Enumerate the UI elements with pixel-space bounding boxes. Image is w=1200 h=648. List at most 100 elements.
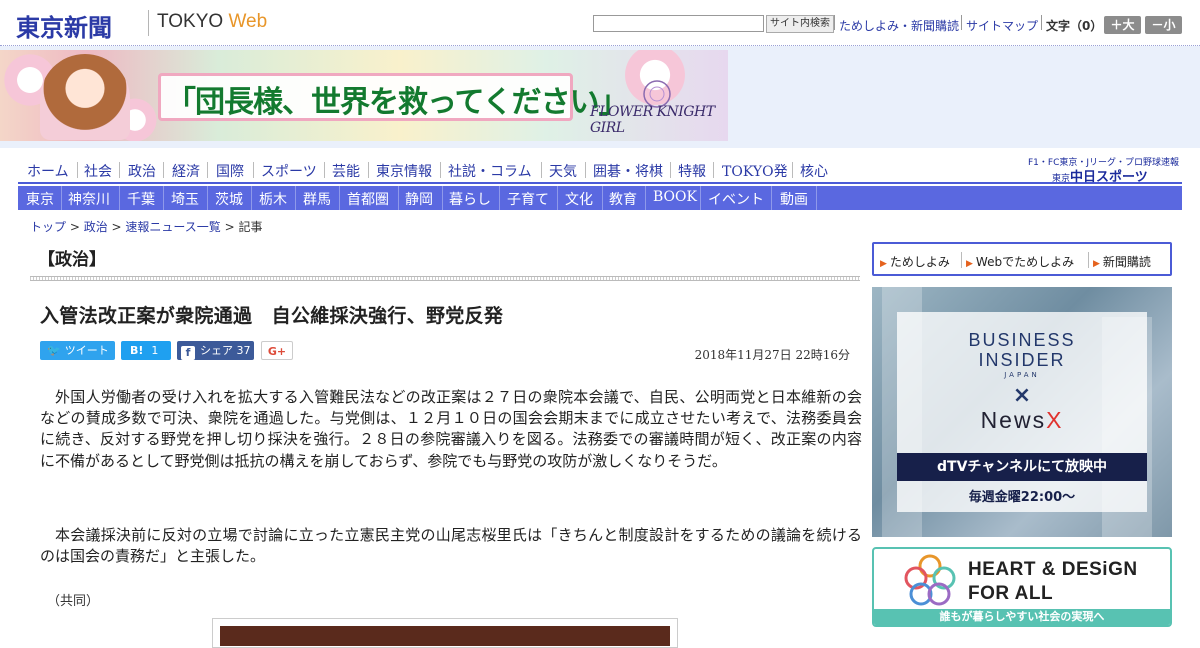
- sidebar-ad-business-insider[interactable]: BUSINESS INSIDER JAPAN × NewsX dTVチャンネルに…: [872, 287, 1172, 537]
- site-header: 東京新聞 TOKYO Web サイト内検索 ためしよみ・新聞購読 サイトマップ …: [0, 0, 1200, 46]
- nav-tokyo[interactable]: 東京: [26, 186, 54, 210]
- hatena-count: 1: [151, 344, 159, 357]
- nav-divider: [368, 162, 369, 178]
- nav-divider: [398, 186, 399, 210]
- link-divider: [961, 252, 962, 268]
- trial-subscribe-link[interactable]: ためしよみ・新聞購読: [839, 17, 959, 34]
- nav-politics[interactable]: 政治: [128, 161, 156, 181]
- ad-heading-2: FOR ALL: [968, 583, 1054, 604]
- site-search-input[interactable]: [593, 15, 764, 32]
- regional-nav: 東京 神奈川 千葉 埼玉 茨城 栃木 群馬 首都圏 静岡 暮らし 子育て 文化 …: [18, 186, 1182, 210]
- nav-home[interactable]: ホーム: [27, 161, 69, 181]
- nav-divider: [324, 162, 325, 178]
- logo-tokyo-text: TOKYO: [157, 11, 224, 32]
- nav-gunma[interactable]: 群馬: [303, 186, 331, 210]
- newsx-x: X: [1046, 407, 1064, 433]
- nav-kurashi[interactable]: 暮らし: [449, 186, 491, 210]
- nav-culture[interactable]: 文化: [565, 186, 593, 210]
- nav-shutoken[interactable]: 首都圏: [347, 186, 389, 210]
- article-paragraph: 外国人労働者の受け入れを拡大する入管難民法などの改正案は２７日の衆院本会議で、自…: [40, 388, 862, 470]
- nav-divider: [442, 186, 443, 210]
- logo-divider: [148, 10, 149, 36]
- tweet-button[interactable]: 🐦 ツイート: [40, 341, 115, 360]
- subscribe-links-box: ▶ ためしよみ ▶ Webでためしよみ ▶ 新聞購読: [872, 242, 1172, 276]
- nav-book[interactable]: BOOK: [653, 186, 697, 210]
- ad-bi-line1: BUSINESS: [968, 330, 1076, 350]
- ad-newsx-logo: NewsX: [872, 407, 1172, 434]
- tokyo-web-logo[interactable]: TOKYO Web: [157, 11, 267, 33]
- nav-tokuho[interactable]: 特報: [678, 161, 706, 181]
- ad-band: dTVチャンネルにて放映中: [897, 453, 1147, 481]
- ad-bi-line3: JAPAN: [1004, 371, 1040, 379]
- nav-tochigi[interactable]: 栃木: [259, 186, 287, 210]
- article-credit: （共同）: [47, 594, 100, 609]
- section-title: 【政治】: [38, 250, 106, 270]
- nav-chiba[interactable]: 千葉: [127, 186, 155, 210]
- nav-divider: [816, 186, 817, 210]
- nav-education[interactable]: 教育: [609, 186, 637, 210]
- google-plus-button[interactable]: G+: [261, 341, 293, 360]
- nav-divider: [163, 162, 164, 178]
- site-logo[interactable]: 東京新聞: [16, 8, 112, 43]
- sidebar-ad-heart-design[interactable]: HEART & DESiGN FOR ALL 誰もが暮らしやすい社会の実現へ: [872, 547, 1172, 627]
- nav-divider: [771, 186, 772, 210]
- nav-economy[interactable]: 経済: [172, 161, 200, 181]
- nav-divider: [700, 186, 701, 210]
- nav-ibaraki[interactable]: 茨城: [215, 186, 243, 210]
- hatena-bookmark-button[interactable]: B! 1: [121, 341, 171, 360]
- trial-read-label: ためしよみ: [889, 255, 950, 269]
- section-divider: [30, 276, 860, 281]
- banner-character-illustration: [40, 54, 130, 140]
- ad-bi-line2: INSIDER: [978, 350, 1066, 370]
- article-headline: 入管法改正案が衆院通過 自公維採決強行、野党反発: [40, 305, 504, 327]
- nav-divider: [585, 162, 586, 178]
- breadcrumb-politics[interactable]: 政治: [84, 220, 108, 234]
- nav-entertainment[interactable]: 芸能: [332, 161, 360, 181]
- nav-divider: [207, 186, 208, 210]
- facebook-share-button[interactable]: f シェア 37: [177, 341, 254, 360]
- breadcrumb-separator: >: [107, 220, 126, 234]
- banner-ad[interactable]: 「団長様、世界を救ってください」 FLOWER KNIGHT GIRL: [0, 50, 728, 141]
- nav-divider: [645, 186, 646, 210]
- nav-editorial[interactable]: 社説・コラム: [448, 161, 532, 181]
- primary-nav: ホーム 社会 政治 経済 国際 スポーツ 芸能 東京情報 社説・コラム 天気 囲…: [18, 158, 1182, 184]
- subscription-link[interactable]: ▶ 新聞購読: [1093, 253, 1151, 270]
- nav-go-shogi[interactable]: 囲碁・将棋: [593, 161, 663, 181]
- nav-international[interactable]: 国際: [216, 161, 244, 181]
- nav-kanagawa[interactable]: 神奈川: [68, 186, 110, 210]
- ad-schedule: 毎週金曜22:00〜: [968, 490, 1076, 505]
- nav-divider: [77, 162, 78, 178]
- nav-weather[interactable]: 天気: [549, 161, 577, 181]
- breadcrumb-separator: >: [66, 220, 84, 234]
- site-search-button[interactable]: サイト内検索: [766, 15, 834, 33]
- nav-divider: [541, 162, 542, 178]
- nav-event[interactable]: イベント: [708, 186, 764, 210]
- nav-kakushin[interactable]: 核心: [800, 161, 828, 181]
- article-paragraph: 本会議採決前に反対の立場で討論に立った立憲民主党の山尾志桜里氏は「きちんと制度設…: [40, 526, 862, 566]
- sitemap-link[interactable]: サイトマップ: [966, 17, 1038, 34]
- nav-tokyo-hatsu[interactable]: TOKYO発: [722, 161, 788, 181]
- breadcrumb-news-list[interactable]: 速報ニュース一覧: [125, 220, 220, 234]
- nav-video[interactable]: 動画: [780, 186, 808, 210]
- web-trial-read-link[interactable]: ▶ Webでためしよみ: [966, 253, 1074, 270]
- font-size-label: 文字（0）: [1046, 19, 1103, 33]
- nav-kosodate[interactable]: 子育て: [507, 186, 549, 210]
- font-larger-button[interactable]: ＋大: [1104, 16, 1141, 34]
- nav-society[interactable]: 社会: [84, 161, 112, 181]
- font-smaller-button[interactable]: －小: [1145, 16, 1182, 34]
- sports-logo-small: 東京: [1052, 174, 1071, 184]
- nav-sports[interactable]: スポーツ: [261, 161, 317, 181]
- nav-divider: [61, 186, 62, 210]
- nav-divider: [713, 162, 714, 178]
- nav-tokyo-info[interactable]: 東京情報: [376, 161, 432, 181]
- banner-copy: 「団長様、世界を救ってください」: [166, 85, 629, 120]
- trial-read-link[interactable]: ▶ ためしよみ: [880, 253, 950, 270]
- breadcrumb-top[interactable]: トップ: [30, 220, 66, 234]
- nav-divider: [119, 186, 120, 210]
- nav-saitama[interactable]: 埼玉: [171, 186, 199, 210]
- newsx-text: News: [980, 407, 1047, 433]
- article-photo[interactable]: [220, 626, 670, 646]
- facebook-share-count: 37: [236, 344, 251, 357]
- util-divider: [834, 15, 835, 30]
- nav-shizuoka[interactable]: 静岡: [405, 186, 433, 210]
